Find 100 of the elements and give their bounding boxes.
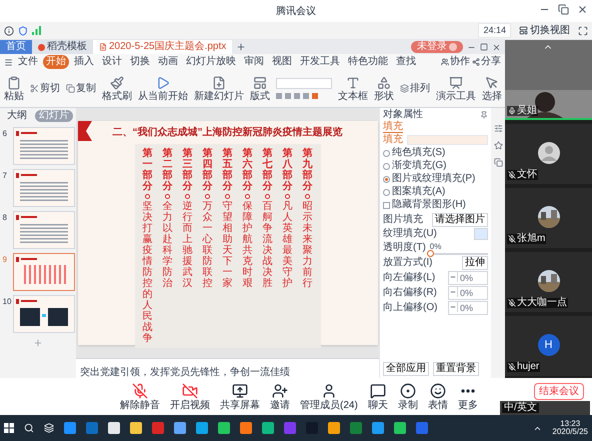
paintbrush-icon xyxy=(110,76,124,90)
menu-tab[interactable]: 审阅 xyxy=(241,55,267,69)
column-heading: 第七部分 xyxy=(262,148,272,192)
slide-thumbnail[interactable] xyxy=(14,296,74,332)
maximize-icon[interactable] xyxy=(480,43,488,51)
menu-tab[interactable]: 动画 xyxy=(155,55,181,69)
menu-tab[interactable]: 视图 xyxy=(269,55,295,69)
checkbox[interactable] xyxy=(383,202,390,208)
close-icon[interactable] xyxy=(577,4,588,15)
ribbon-button[interactable]: 新建幻灯片 xyxy=(194,76,244,102)
column-text: 保障护航共克时艰 xyxy=(242,201,252,289)
pin-icon[interactable] xyxy=(480,111,488,119)
minus-icon[interactable] xyxy=(449,272,458,282)
slide-number: 7 xyxy=(2,170,8,182)
pane-button[interactable]: 全部应用 xyxy=(383,362,429,376)
slide-thumbnail[interactable] xyxy=(14,212,74,248)
document-tab[interactable]: 稻壳模板 xyxy=(32,40,93,54)
toolbar-button[interactable]: 邀请 xyxy=(270,382,290,410)
toolbar-button[interactable]: 更多 xyxy=(458,382,478,410)
menu-action[interactable]: 分享 xyxy=(472,57,501,67)
menu-tab[interactable]: 查找 xyxy=(393,55,419,69)
end-meeting-button[interactable]: 结束会议 xyxy=(534,383,584,400)
ribbon-button[interactable]: 选择 xyxy=(482,76,502,102)
close-icon[interactable] xyxy=(492,42,501,52)
toolbar-button[interactable]: 聊天 xyxy=(368,382,388,410)
properties-icon[interactable] xyxy=(494,124,502,133)
info-icon[interactable] xyxy=(4,26,14,36)
menu-action[interactable]: 协作 xyxy=(441,57,470,67)
menu-tab[interactable]: 幻灯片放映 xyxy=(183,55,239,69)
pane-tab[interactable]: 填充 xyxy=(383,122,403,133)
speaker-notes: 突出党建引领，发挥党员先锋性，争创一流佳绩 xyxy=(80,367,290,378)
minus-icon[interactable] xyxy=(449,302,458,312)
menu-tab[interactable]: 开发工具 xyxy=(297,55,343,69)
switch-view-button[interactable]: 切换视图 xyxy=(515,23,574,38)
column-text: 万众一心联防联控 xyxy=(202,201,212,289)
copy-icon[interactable] xyxy=(494,158,502,167)
property-label: 向右偏移(R) xyxy=(383,287,437,299)
fullscreen-icon[interactable] xyxy=(578,26,588,36)
property-label: 放置方式(I) xyxy=(383,257,432,269)
radio-button[interactable] xyxy=(383,162,390,170)
menu-tab[interactable]: 切换 xyxy=(127,55,153,69)
presentation-icon xyxy=(449,76,463,90)
spin-field[interactable]: 0% xyxy=(448,301,488,315)
ribbon-button[interactable]: 格式刷 xyxy=(102,76,132,102)
ribbon-button[interactable]: 形状 xyxy=(374,76,394,102)
new-slide-icon xyxy=(212,76,226,90)
pane-button[interactable]: 重置背景 xyxy=(433,362,479,376)
toolbar-button[interactable]: 表情 xyxy=(428,382,448,410)
radio-button[interactable] xyxy=(383,188,390,196)
radio-button[interactable] xyxy=(383,176,390,182)
select-field[interactable]: 拉伸 xyxy=(462,256,488,270)
document-tab[interactable]: 2020-5-25国庆主题会.pptx xyxy=(93,40,232,54)
slider-thumb[interactable] xyxy=(426,250,434,257)
start-icon[interactable] xyxy=(4,423,14,433)
document-tab[interactable]: 首页 xyxy=(0,40,32,54)
restore-icon[interactable] xyxy=(558,4,569,15)
slide-number: 8 xyxy=(2,212,8,224)
toolbar-button[interactable]: 解除静音 xyxy=(120,382,160,410)
slider-reading: 0% xyxy=(430,241,442,253)
menu-tab[interactable]: 设计 xyxy=(99,55,125,69)
new-tab-icon[interactable] xyxy=(236,42,246,52)
ribbon-button[interactable]: 从当前开始 xyxy=(138,76,188,102)
screen-share-icon xyxy=(232,382,248,398)
window-title: 腾讯会议 xyxy=(276,4,316,18)
radio-button[interactable] xyxy=(383,150,390,156)
spin-field[interactable]: 0% xyxy=(448,271,488,285)
texture-swatch[interactable] xyxy=(474,228,488,240)
select-field[interactable]: 请选择图片 xyxy=(432,213,488,227)
add-slide-icon[interactable] xyxy=(33,338,43,348)
ribbon-button[interactable]: 版式 xyxy=(250,76,270,102)
pointer-icon xyxy=(485,76,499,90)
toolbar-button[interactable]: 录制 xyxy=(398,382,418,410)
menu-tab[interactable]: 特色功能 xyxy=(345,55,391,69)
ribbon-button[interactable]: 排列 xyxy=(400,84,430,94)
clock-time: 13:23 xyxy=(560,420,580,428)
ribbon-button[interactable]: 复制 xyxy=(66,84,96,94)
column-text: 守望相助天下一家 xyxy=(222,201,232,289)
slide-thumbnail[interactable] xyxy=(14,170,74,206)
menu-tab[interactable]: 插入 xyxy=(71,55,97,69)
task-view-icon[interactable] xyxy=(44,423,54,433)
checkbox-label: 隐藏背景图形(H) xyxy=(392,199,466,211)
toolbar-button[interactable]: 管理成员(24) xyxy=(300,382,358,410)
slide-thumbnail[interactable] xyxy=(14,254,74,290)
toolbar-button[interactable]: 开启视频 xyxy=(170,382,210,410)
slide-thumbnail[interactable] xyxy=(14,128,74,164)
toolbar-button[interactable]: 共享屏幕 xyxy=(220,382,260,410)
avatar-icon xyxy=(538,142,560,164)
star-icon[interactable] xyxy=(494,141,502,150)
ribbon-button[interactable]: 文本框 xyxy=(338,76,368,102)
font-field[interactable] xyxy=(276,78,332,88)
ribbon-button[interactable]: 剪切 xyxy=(30,84,60,94)
spin-field[interactable]: 0% xyxy=(448,286,488,300)
ribbon-button[interactable]: 粘贴 xyxy=(4,76,24,102)
menu-icon[interactable] xyxy=(4,58,13,66)
name-label: 张旭m xyxy=(507,234,546,244)
ribbon-button[interactable]: 演示工具 xyxy=(436,76,476,102)
minus-icon[interactable] xyxy=(449,287,458,297)
panel-tab[interactable]: 大纲 xyxy=(3,110,31,122)
search-icon[interactable] xyxy=(24,423,34,433)
menu-tab[interactable]: 文件 xyxy=(15,55,41,69)
